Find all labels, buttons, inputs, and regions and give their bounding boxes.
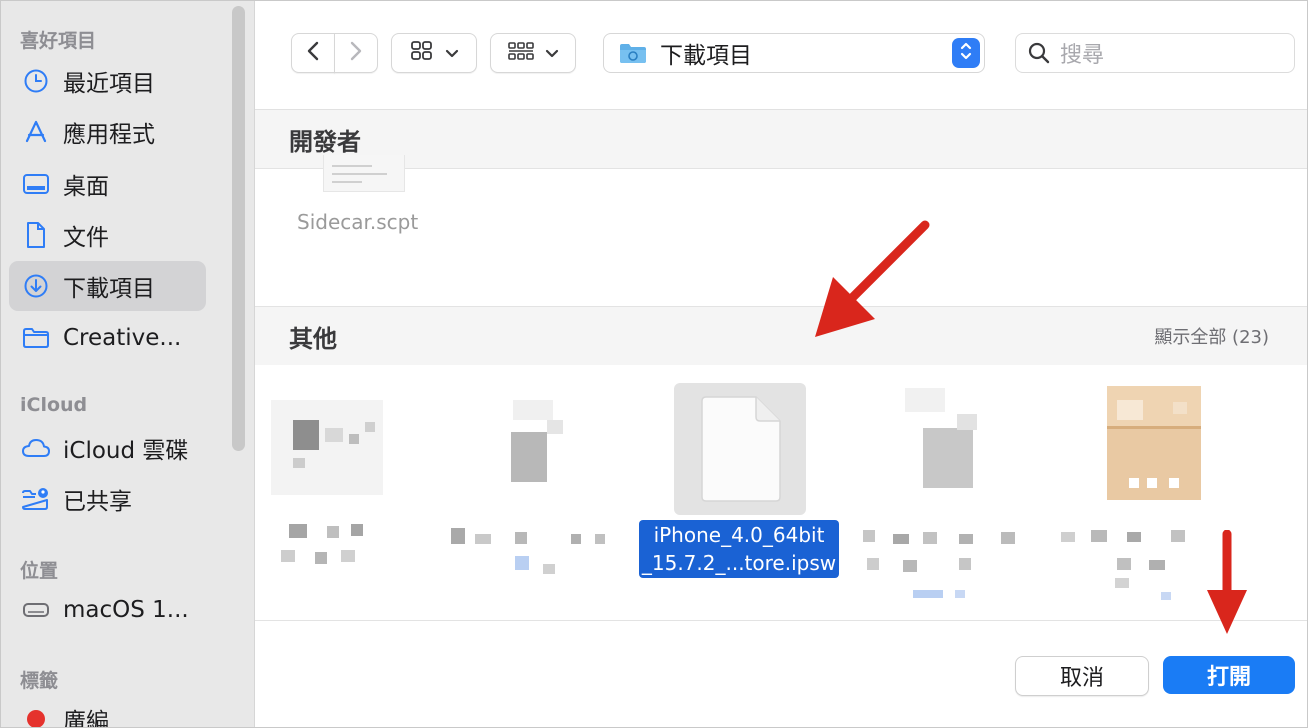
footer-divider (255, 620, 1307, 621)
group-layout-icon (507, 40, 535, 66)
sidebar-item-label: 最近項目 (63, 71, 155, 97)
download-icon (21, 271, 51, 301)
blurred-file-label[interactable] (451, 528, 621, 578)
forward-button[interactable] (334, 33, 378, 73)
sidebar-item-recents[interactable]: 最近項目 (9, 56, 206, 106)
sidebar-item-label: 文件 (63, 225, 109, 251)
search-icon (1028, 42, 1050, 64)
favorites-section-title: 喜好項目 (20, 30, 97, 52)
desktop-icon (21, 169, 51, 199)
locations-section-title: 位置 (20, 560, 59, 582)
location-popup[interactable]: 下載項目 (603, 33, 985, 73)
sidebar-item-desktop[interactable]: 桌面 (9, 159, 206, 209)
sidecar-file-thumbnail[interactable] (323, 155, 405, 192)
downloads-folder-icon (618, 41, 648, 65)
folder-icon (21, 323, 51, 353)
toolbar: 下載項目 搜尋 (255, 1, 1307, 110)
open-button[interactable]: 打開 (1163, 656, 1295, 694)
blurred-file-thumbnail[interactable] (271, 400, 383, 495)
search-field[interactable]: 搜尋 (1015, 33, 1295, 73)
sidebar-item-label: 應用程式 (63, 122, 155, 148)
clock-icon (21, 66, 51, 96)
sidebar-item-label: 廣編 (63, 709, 109, 728)
package-file-thumbnail[interactable] (1107, 386, 1201, 500)
annotation-arrow-diagonal (815, 220, 930, 337)
current-folder-label: 下載項目 (660, 43, 752, 69)
selected-file-label[interactable]: iPhone_4.0_64bit _15.7.2_...tore.ipsw (639, 520, 839, 578)
sidebar-item-documents[interactable]: 文件 (9, 210, 206, 260)
back-button[interactable] (291, 33, 335, 73)
selected-file-name-line1: iPhone_4.0_64bit (653, 523, 825, 547)
cloud-icon (21, 433, 51, 463)
selected-file-name-line2: _15.7.2_...tore.ipsw (641, 551, 837, 575)
red-tag-dot (21, 704, 51, 727)
icon-grid-icon (409, 40, 435, 66)
chevron-down-icon (445, 44, 459, 63)
group-by-button[interactable] (490, 33, 576, 73)
view-mode-button[interactable] (391, 33, 477, 73)
group-header-other: 其他 顯示全部 (23) (255, 307, 1307, 366)
sidebar-item-icloud-drive[interactable]: iCloud 雲碟 (9, 423, 206, 473)
blurred-file-thumbnail[interactable] (493, 390, 573, 490)
sidebar-item-shared[interactable]: 已共享 (9, 474, 206, 524)
group-header-developer: 開發者 (255, 110, 1307, 169)
sidebar-item-label: 下載項目 (63, 276, 155, 302)
sidebar-scrollbar[interactable] (232, 6, 245, 451)
tags-section-title: 標籤 (20, 670, 59, 692)
group-title: 其他 (289, 325, 337, 353)
sidebar-item-label: macOS 1... (63, 597, 189, 623)
blurred-file-label[interactable] (863, 528, 1038, 598)
sidebar-item-creative[interactable]: Creative... (9, 313, 206, 363)
annotation-arrow-down (1207, 530, 1247, 634)
sidebar: 喜好項目 最近項目 應用程式 桌面 文件 下載項目 Creative... iC… (1, 1, 255, 728)
sidecar-file-label[interactable]: Sidecar.scpt (297, 210, 418, 234)
sidebar-item-applications[interactable]: 應用程式 (9, 107, 206, 157)
generic-document-icon (700, 395, 782, 507)
document-icon (21, 220, 51, 250)
sidebar-item-macos-disk[interactable]: macOS 1... (9, 585, 206, 635)
open-file-dialog: 喜好項目 最近項目 應用程式 桌面 文件 下載項目 Creative... iC… (0, 0, 1308, 728)
app-store-icon (21, 117, 51, 147)
sidebar-item-label: 桌面 (63, 174, 109, 200)
disk-icon (21, 595, 51, 625)
group-title: 開發者 (289, 128, 361, 156)
sidebar-item-tag[interactable]: 廣編 (9, 694, 206, 728)
show-all-link[interactable]: 顯示全部 (23) (1154, 323, 1269, 349)
chevron-down-icon (545, 44, 559, 63)
sidebar-item-label: Creative... (63, 325, 182, 351)
cancel-button[interactable]: 取消 (1015, 656, 1149, 696)
popup-stepper[interactable] (952, 38, 980, 68)
sidebar-item-label: iCloud 雲碟 (63, 438, 189, 464)
chevron-right-icon (349, 40, 363, 66)
chevron-left-icon (306, 40, 320, 66)
up-down-chevron-icon (959, 40, 973, 66)
sidebar-item-downloads[interactable]: 下載項目 (9, 261, 206, 311)
shared-folder-icon (21, 484, 51, 514)
icloud-section-title: iCloud (20, 394, 88, 416)
file-browser: 開發者 Sidecar.scpt 其他 顯示全部 (23) iPhone_4.0… (255, 110, 1307, 727)
sidebar-item-label: 已共享 (63, 489, 132, 515)
blurred-file-thumbnail[interactable] (901, 388, 991, 498)
blurred-file-label[interactable] (281, 522, 371, 577)
search-input[interactable]: 搜尋 (1060, 37, 1104, 69)
